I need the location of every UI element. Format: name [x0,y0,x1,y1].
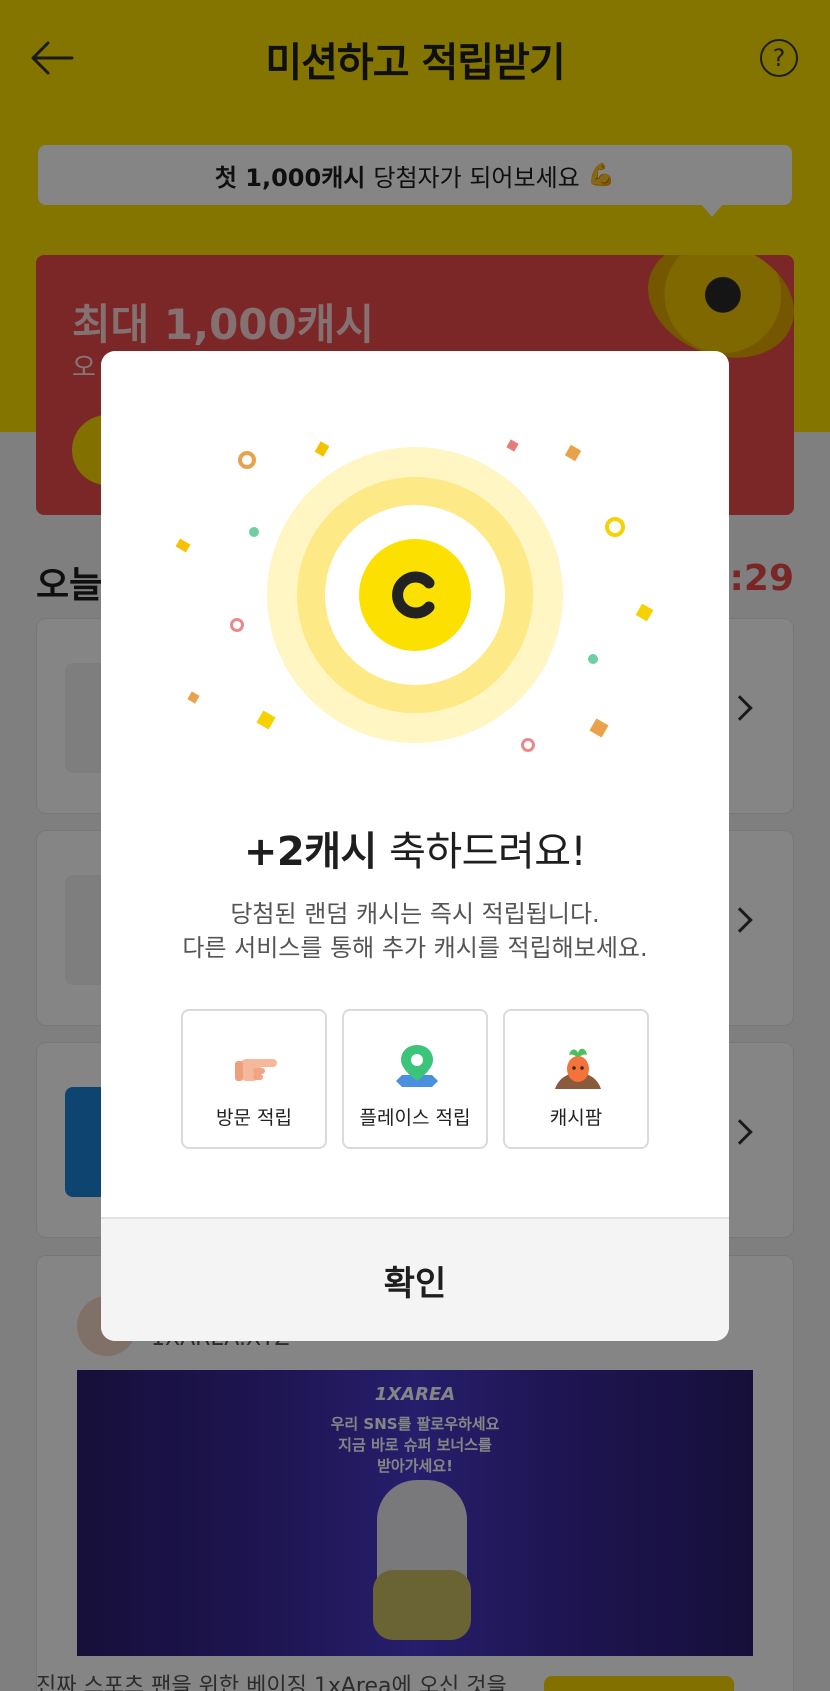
confetti-icon [564,444,582,462]
congrats-title: +2캐시 축하드려요! [101,819,729,877]
reward-illustration [101,351,729,781]
confetti-icon [175,538,191,553]
description-line: 다른 서비스를 통해 추가 캐시를 적립해보세요. [182,934,648,962]
reward-amount: +2캐시 [243,829,377,875]
shortcut-visit-reward[interactable]: 방문 적립 [181,1009,327,1149]
confetti-icon [256,710,276,730]
shortcut-label: 캐시팜 [549,1107,603,1129]
congrats-text: 축하드려요! [389,829,587,875]
reward-description: 당첨된 랜덤 캐시는 즉시 적립됩니다. 다른 서비스를 통해 추가 캐시를 적… [101,897,729,965]
reward-modal: +2캐시 축하드려요! 당첨된 랜덤 캐시는 즉시 적립됩니다. 다른 서비스를… [101,351,729,1341]
shortcut-cash-farm[interactable]: 캐시팜 [503,1009,649,1149]
confetti-icon [314,441,330,457]
c-letter-icon [392,571,435,619]
confetti-icon [521,738,535,752]
shortcut-label: 방문 적립 [216,1107,292,1129]
confetti-icon [588,654,598,664]
confetti-icon [238,451,256,469]
map-pin-icon [392,1041,442,1091]
cash-coin-icon [359,539,471,651]
confetti-icon [605,517,625,537]
confetti-icon [249,527,259,537]
confirm-button[interactable]: 확인 [101,1217,729,1341]
shortcut-place-reward[interactable]: 플레이스 적립 [342,1009,488,1149]
confetti-icon [506,439,519,452]
description-line: 당첨된 랜덤 캐시는 즉시 적립됩니다. [230,900,600,928]
shortcut-label: 플레이스 적립 [359,1107,471,1129]
confetti-icon [230,618,244,632]
confetti-icon [635,603,654,622]
pointing-hand-icon [231,1041,281,1091]
confetti-icon [187,691,200,704]
carrot-icon [553,1041,603,1091]
confetti-icon [589,718,609,738]
